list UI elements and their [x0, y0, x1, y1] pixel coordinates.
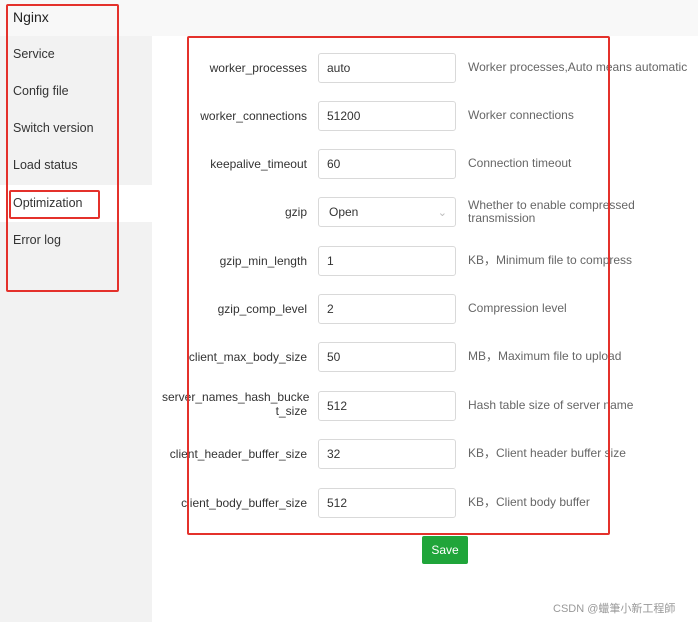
form-row-gzip-comp-level: gzip_comp_level Compression level [162, 294, 692, 324]
client-header-buffer-size-label: client_header_buffer_size [169, 447, 307, 461]
gzip-min-length-input[interactable] [318, 246, 456, 276]
watermark: CSDN @蠟筆小新工程師 [553, 603, 676, 615]
form-row-worker-connections: worker_connections Worker connections [162, 101, 692, 131]
worker-processes-input[interactable] [318, 53, 456, 83]
worker-connections-label: worker_connections [200, 109, 307, 123]
form-row-client-body-buffer-size: client_body_buffer_size KB，Client body b… [162, 488, 692, 518]
save-button[interactable]: Save [422, 536, 468, 564]
client-header-buffer-size-input[interactable] [318, 439, 456, 469]
server-names-hash-bucket-size-label: server_names_hash_bucke t_size [162, 390, 310, 418]
worker-connections-help: Worker connections [468, 108, 574, 122]
sidebar-item-optimization[interactable]: Optimization [0, 185, 152, 222]
client-body-buffer-size-label: client_body_buffer_size [181, 496, 307, 510]
gzip-select[interactable]: Open ⌄ [318, 197, 456, 227]
sidebar-item-load-status[interactable]: Load status [0, 147, 152, 184]
server-names-hash-bucket-size-help: Hash table size of server name [468, 398, 634, 412]
client-body-buffer-size-input[interactable] [318, 488, 456, 518]
gzip-comp-level-help: Compression level [468, 301, 567, 315]
worker-processes-label: worker_processes [209, 61, 307, 75]
gzip-help: Whether to enable compressed transmissio… [468, 198, 635, 225]
gzip-select-value: Open [329, 205, 359, 219]
gzip-label: gzip [284, 205, 307, 219]
keepalive-timeout-input[interactable] [318, 149, 456, 179]
worker-connections-input[interactable] [318, 101, 456, 131]
sidebar-item-config-file[interactable]: Config file [0, 73, 152, 110]
form-row-worker-processes: worker_processes Worker processes,Auto m… [162, 53, 692, 83]
form-row-keepalive-timeout: keepalive_timeout Connection timeout [162, 149, 692, 179]
sidebar-item-error-log[interactable]: Error log [0, 222, 152, 259]
sidebar-item-service[interactable]: Service [0, 36, 152, 73]
top-bar [0, 0, 698, 36]
gzip-min-length-label: gzip_min_length [219, 254, 307, 268]
gzip-comp-level-input[interactable] [318, 294, 456, 324]
chevron-down-icon: ⌄ [437, 207, 447, 219]
sidebar-item-switch-version[interactable]: Switch version [0, 110, 152, 147]
client-max-body-size-input[interactable] [318, 342, 456, 372]
form-row-client-header-buffer-size: client_header_buffer_size KB，Client head… [162, 439, 692, 469]
gzip-comp-level-label: gzip_comp_level [217, 302, 307, 316]
gzip-min-length-help: KB，Minimum file to compress [468, 253, 633, 267]
app-title: Nginx [13, 9, 49, 25]
client-max-body-size-label: client_max_body_size [188, 350, 307, 364]
form-row-server-names-hash-bucket-size: server_names_hash_bucke t_size Hash tabl… [162, 390, 692, 421]
form-row-client-max-body-size: client_max_body_size MB，Maximum file to … [162, 342, 692, 372]
form-row-gzip-min-length: gzip_min_length KB，Minimum file to compr… [162, 246, 692, 276]
client-max-body-size-help: MB，Maximum file to upload [468, 349, 622, 363]
keepalive-timeout-help: Connection timeout [468, 156, 572, 170]
server-names-hash-bucket-size-input[interactable] [318, 391, 456, 421]
client-body-buffer-size-help: KB，Client body buffer [468, 495, 590, 509]
worker-processes-help: Worker processes,Auto means automatic [468, 60, 688, 74]
server-names-hash-bucket-size-label-line1: server_names_hash_bucke [162, 390, 310, 404]
keepalive-timeout-label: keepalive_timeout [210, 157, 307, 171]
client-header-buffer-size-help: KB，Client header buffer size [468, 446, 626, 460]
form-row-gzip: gzip Open ⌄ Whether to enable compressed… [162, 197, 692, 227]
server-names-hash-bucket-size-label-line2: t_size [275, 404, 307, 418]
